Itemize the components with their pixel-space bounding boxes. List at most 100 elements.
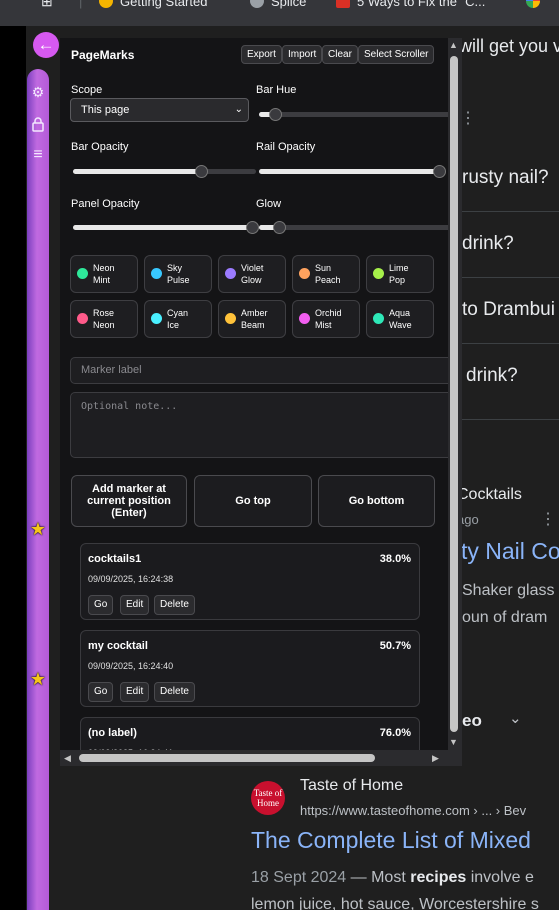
chevron-down-icon[interactable]: ⌄ bbox=[509, 709, 522, 727]
color-preset-chip[interactable]: Aqua Wave bbox=[366, 300, 434, 338]
color-preset-chip[interactable]: Amber Beam bbox=[218, 300, 286, 338]
chevron-down-icon: ⌄ bbox=[234, 104, 243, 115]
site-name: Taste of Home bbox=[300, 777, 404, 794]
color-preset-chip[interactable]: Orchid Mist bbox=[292, 300, 360, 338]
color-preset-chip[interactable]: Cyan Ice bbox=[144, 300, 212, 338]
marker-percent: 50.7% bbox=[379, 640, 411, 652]
bar-hue-slider[interactable] bbox=[259, 108, 459, 121]
result-link-title[interactable]: The Complete List of Mixed bbox=[251, 827, 531, 854]
tab-getting-started[interactable]: Getting Started bbox=[99, 0, 207, 11]
tab-overview-icon[interactable]: ⊞ bbox=[41, 0, 53, 11]
result-more-icon[interactable]: ⋮ bbox=[540, 509, 556, 529]
question-3[interactable]: to Drambui bbox=[462, 299, 555, 321]
divider bbox=[462, 343, 559, 344]
color-preset-label: Amber Beam bbox=[241, 308, 268, 330]
marker-go-button[interactable]: Go bbox=[88, 682, 114, 702]
marker-rail[interactable] bbox=[27, 69, 49, 910]
bar-opacity-label: Bar Opacity bbox=[71, 141, 129, 153]
color-preset-chip[interactable]: Neon Mint bbox=[70, 255, 138, 293]
glow-slider[interactable] bbox=[259, 221, 459, 234]
go-bottom-button[interactable]: Go bottom bbox=[318, 475, 435, 527]
marker-card: cocktails1 38.0% 09/09/2025, 16:24:38 Go Edi… bbox=[80, 543, 420, 620]
google-icon bbox=[526, 0, 540, 8]
color-preset-chip[interactable]: Sun Peach bbox=[292, 255, 360, 293]
marker-star-icon[interactable]: ★ bbox=[28, 669, 48, 689]
marker-go-button[interactable]: Go bbox=[88, 595, 114, 615]
select-scroller-button[interactable]: Select Scroller bbox=[358, 45, 435, 64]
note-textarea[interactable]: Optional note... bbox=[70, 392, 462, 458]
marker-edit-button[interactable]: Edit bbox=[120, 682, 150, 702]
splice-icon bbox=[250, 0, 264, 8]
rail-opacity-slider[interactable] bbox=[259, 165, 446, 178]
marker-edit-button[interactable]: Edit bbox=[120, 595, 150, 615]
color-preset-label: Lime Pop bbox=[389, 263, 409, 285]
vertical-scroll-thumb[interactable] bbox=[450, 56, 458, 732]
lock-icon-svg bbox=[32, 117, 44, 132]
scope-label: Scope bbox=[71, 84, 103, 96]
divider bbox=[462, 419, 559, 420]
lock-icon[interactable] bbox=[30, 116, 46, 132]
more-options-icon[interactable]: ⋮ bbox=[460, 108, 476, 128]
marker-card: my cocktail 50.7% 09/09/2025, 16:24:40 Go Ed… bbox=[80, 630, 420, 707]
color-preset-label: Rose Neon bbox=[93, 308, 115, 330]
collapse-arrow-icon[interactable]: ← bbox=[33, 32, 59, 58]
snippet-part: — Most bbox=[346, 869, 411, 886]
firefox-icon bbox=[99, 0, 113, 8]
result-snippet-line-2: lemon juice, hot sauce, Worcestershire s bbox=[251, 896, 539, 910]
color-preset-label: Sun Peach bbox=[315, 263, 341, 285]
clear-button[interactable]: Clear bbox=[322, 45, 358, 64]
marker-label-input[interactable]: Marker label bbox=[70, 357, 462, 384]
tab-label: 5 Ways to Fix the "C... bbox=[357, 0, 486, 9]
export-button[interactable]: Export bbox=[241, 45, 282, 64]
color-preset-label: Cyan Ice bbox=[167, 308, 189, 330]
snippet-part: involve e bbox=[466, 869, 534, 886]
menu-icon[interactable]: ≡ bbox=[30, 147, 46, 163]
slider-thumb[interactable] bbox=[433, 165, 446, 178]
panel-opacity-slider[interactable] bbox=[73, 221, 260, 234]
question-2[interactable]: drink? bbox=[462, 233, 514, 255]
color-preset-chip[interactable]: Violet Glow bbox=[218, 255, 286, 293]
scroll-right-icon[interactable]: ▶ bbox=[432, 753, 439, 763]
result-title[interactable]: ty Nail Co bbox=[461, 538, 559, 565]
bar-opacity-slider[interactable] bbox=[73, 165, 256, 178]
color-dot-icon bbox=[225, 313, 236, 324]
divider bbox=[462, 277, 559, 278]
tab-google[interactable] bbox=[526, 0, 547, 11]
gear-icon[interactable]: ⚙ bbox=[30, 84, 46, 100]
slider-thumb[interactable] bbox=[269, 108, 282, 121]
slider-thumb[interactable] bbox=[273, 221, 286, 234]
tab-label: Splice bbox=[271, 0, 307, 9]
slider-thumb[interactable] bbox=[246, 221, 260, 234]
slider-thumb[interactable] bbox=[195, 165, 209, 178]
scroll-down-icon[interactable]: ▼ bbox=[449, 737, 458, 747]
add-marker-button[interactable]: Add marker at current position (Enter) bbox=[71, 475, 187, 527]
marker-delete-button[interactable]: Delete bbox=[154, 595, 195, 615]
marker-delete-button[interactable]: Delete bbox=[154, 682, 195, 702]
slider-fill bbox=[73, 225, 253, 230]
go-top-button[interactable]: Go top bbox=[194, 475, 312, 527]
import-button[interactable]: Import bbox=[282, 45, 323, 64]
divider bbox=[462, 211, 559, 212]
tab-splice[interactable]: Splice bbox=[250, 0, 306, 11]
scope-select[interactable]: This page ⌄ bbox=[70, 98, 249, 122]
scroll-up-icon[interactable]: ▲ bbox=[449, 40, 458, 50]
youtube-icon bbox=[336, 0, 350, 8]
marker-name: my cocktail bbox=[88, 640, 148, 652]
question-4[interactable]: drink? bbox=[466, 365, 518, 387]
site-url[interactable]: https://www.tasteofhome.com › ... › Bev bbox=[300, 803, 526, 818]
horizontal-scroll-thumb[interactable] bbox=[79, 754, 375, 762]
color-dot-icon bbox=[299, 313, 310, 324]
color-preset-chip[interactable]: Rose Neon bbox=[70, 300, 138, 338]
browser-tab-strip: ⊞ | Getting Started Splice 5 Ways to Fix… bbox=[0, 0, 559, 26]
question-1[interactable]: rusty nail? bbox=[462, 167, 549, 189]
tab-5-ways[interactable]: 5 Ways to Fix the "C... bbox=[336, 0, 485, 11]
marker-date: 09/09/2025, 16:24:40 bbox=[88, 661, 174, 671]
result-text: oun of dram bbox=[462, 609, 548, 626]
color-preset-chip[interactable]: Sky Pulse bbox=[144, 255, 212, 293]
color-dot-icon bbox=[77, 313, 88, 324]
marker-star-icon[interactable]: ★ bbox=[28, 519, 48, 539]
scroll-left-icon[interactable]: ◀ bbox=[64, 753, 71, 763]
slider-fill bbox=[259, 169, 439, 174]
marker-percent: 76.0% bbox=[379, 727, 411, 739]
color-preset-chip[interactable]: Lime Pop bbox=[366, 255, 434, 293]
